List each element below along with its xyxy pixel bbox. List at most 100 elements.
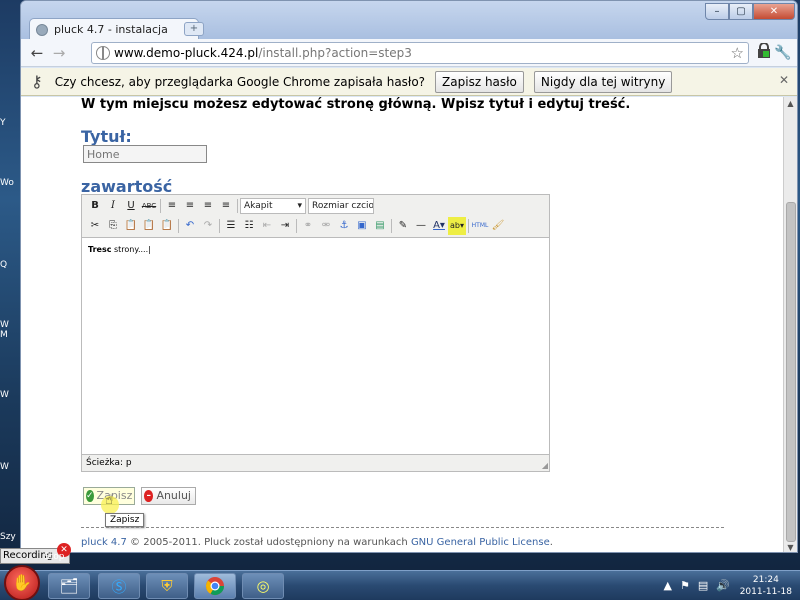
close-window-button[interactable]: ✕ — [753, 3, 795, 20]
link-icon[interactable]: ⚭ — [299, 217, 317, 235]
bookmark-star-icon[interactable]: ☆ — [731, 44, 744, 62]
never-for-site-button[interactable]: Nigdy dla tej witryny — [533, 70, 673, 93]
cut-icon[interactable]: ✂ — [86, 217, 104, 235]
toolbar-separator — [178, 219, 179, 233]
align-left-icon[interactable]: ≡ — [163, 197, 181, 215]
unlink-icon[interactable]: ⚮ — [317, 217, 335, 235]
edit-icon[interactable]: ✎ — [394, 217, 412, 235]
align-right-icon[interactable]: ≡ — [199, 197, 217, 215]
editor-body-text: strony.... — [111, 245, 149, 254]
font-size-select[interactable]: Rozmiar czcion — [308, 198, 374, 214]
anchor-icon[interactable]: ⚓ — [335, 217, 353, 235]
scrollbar-thumb[interactable] — [786, 202, 796, 542]
page-scrollbar[interactable]: ▲ ▼ — [783, 97, 797, 552]
title-heading: Tytuł: — [81, 127, 132, 146]
desktop-icon-label: Q — [0, 260, 8, 270]
justify-icon[interactable]: ≡ — [217, 197, 235, 215]
image-icon[interactable]: ▣ — [353, 217, 371, 235]
pluck-link[interactable]: pluck 4.7 — [81, 537, 127, 548]
text-color-icon[interactable]: A▾ — [430, 217, 448, 235]
editor-content-area[interactable]: Tresc strony....| — [82, 237, 549, 455]
italic-button[interactable]: I — [104, 197, 122, 215]
infobar-close-icon[interactable]: ✕ — [779, 73, 789, 87]
footer-divider — [81, 527, 724, 528]
toolbar-separator — [391, 219, 392, 233]
copy-icon[interactable]: ⎘ — [104, 217, 122, 235]
tray-expand-icon[interactable]: ▲ — [664, 579, 672, 592]
stop-label[interactable]: Stop — [44, 552, 64, 562]
cancel-icon: – — [144, 490, 154, 502]
scroll-up-icon[interactable]: ▲ — [784, 97, 797, 110]
format-select-value: Akapit — [244, 201, 273, 211]
toolbar-separator — [237, 199, 238, 213]
back-button[interactable]: ← — [27, 43, 47, 63]
maximize-button[interactable]: ▢ — [729, 3, 753, 20]
editor-toolbar-row-2: ✂ ⎘ 📋 📋 📋 ↶ ↷ ☰ ☷ ⇤ ⇥ ⚭ ⚮ ⚓ ▣ ▤ ✎ — A▾ a… — [82, 216, 549, 236]
address-bar[interactable]: www.demo-pluck.424.pl /install.php?actio… — [91, 42, 749, 64]
paste-text-icon[interactable]: 📋 — [140, 217, 158, 235]
clock-date: 2011-11-18 — [739, 587, 792, 597]
browser-tab[interactable]: pluck 4.7 - instalacja × — [29, 18, 199, 40]
toolbar-separator — [468, 219, 469, 233]
outdent-icon[interactable]: ⇤ — [258, 217, 276, 235]
bullet-list-icon[interactable]: ☰ — [222, 217, 240, 235]
gpl-link[interactable]: GNU General Public License — [411, 537, 550, 548]
start-button[interactable]: ✋ — [4, 565, 40, 600]
explorer-taskbar-icon[interactable]: 🗂 — [48, 573, 90, 599]
align-center-icon[interactable]: ≡ — [181, 197, 199, 215]
page-viewport: W tym miejscu możesz edytować stronę głó… — [21, 97, 785, 552]
infobar-message: Czy chcesz, aby przeglądarka Google Chro… — [54, 74, 426, 89]
desktop-icon-label: W — [0, 462, 9, 472]
scroll-down-icon[interactable]: ▼ — [784, 541, 797, 552]
title-input[interactable] — [83, 145, 207, 163]
redo-icon[interactable]: ↷ — [199, 217, 217, 235]
wrench-icon[interactable]: 🔧 — [773, 43, 793, 63]
cleanup-brush-icon[interactable]: 🖌 — [489, 217, 507, 235]
recorder-taskbar-icon[interactable]: ◎ — [242, 573, 284, 599]
clock[interactable]: 21:24 2011-11-18 — [740, 574, 792, 598]
resize-handle-icon[interactable]: ◢ — [542, 461, 548, 470]
font-size-select-value: Rozmiar czcion — [312, 201, 374, 211]
footer: pluck 4.7 © 2005-2011. Pluck został udos… — [81, 537, 553, 548]
window-controls: – ▢ ✕ — [705, 3, 795, 20]
taskbar: ✋ 🗂 Ⓢ ⛨ ◎ ▲ ⚑ ▤ 🔊 21:24 2011-11-18 — [0, 565, 800, 600]
globe-icon — [96, 46, 110, 60]
horizontal-rule-icon[interactable]: — — [412, 217, 430, 235]
security-taskbar-icon[interactable]: ⛨ — [146, 573, 188, 599]
chrome-taskbar-icon[interactable] — [194, 573, 236, 599]
extension-icon[interactable] — [754, 42, 774, 63]
check-icon: ✓ — [86, 490, 94, 502]
paste-word-icon[interactable]: 📋 — [158, 217, 176, 235]
save-password-button[interactable]: Zapisz hasło — [435, 70, 524, 93]
toolbar-separator — [219, 219, 220, 233]
underline-button[interactable]: U — [122, 197, 140, 215]
highlight-color-icon[interactable]: ab▾ — [448, 217, 466, 235]
html-source-icon[interactable]: HTML — [471, 217, 489, 235]
paste-icon[interactable]: 📋 — [122, 217, 140, 235]
undo-icon[interactable]: ↶ — [181, 217, 199, 235]
key-icon: ⚷ — [31, 72, 43, 91]
url-path: /install.php?action=step3 — [258, 46, 412, 60]
editor-path-status: Ścieżka: p — [86, 458, 132, 468]
system-tray: ▲ ⚑ ▤ 🔊 — [664, 579, 730, 592]
skype-taskbar-icon[interactable]: Ⓢ — [98, 573, 140, 599]
toolbar-separator — [296, 219, 297, 233]
new-tab-button[interactable]: + — [184, 22, 204, 36]
numbered-list-icon[interactable]: ☷ — [240, 217, 258, 235]
desktop-icon-label: Wo — [0, 178, 14, 188]
minimize-button[interactable]: – — [705, 3, 729, 20]
bold-button[interactable]: B — [86, 197, 104, 215]
title-bar: pluck 4.7 - instalacja × + – ▢ ✕ — [21, 1, 797, 40]
strikethrough-button[interactable]: ABC — [140, 197, 158, 215]
forward-button[interactable]: → — [49, 43, 69, 63]
volume-icon[interactable]: 🔊 — [716, 579, 730, 592]
cancel-button[interactable]: – Anuluj — [141, 487, 196, 505]
indent-icon[interactable]: ⇥ — [276, 217, 294, 235]
format-select[interactable]: Akapit ▾ — [240, 198, 306, 214]
media-icon[interactable]: ▤ — [371, 217, 389, 235]
network-icon[interactable]: ▤ — [698, 579, 708, 592]
browser-toolbar: ← → www.demo-pluck.424.pl /install.php?a… — [21, 39, 797, 67]
rich-text-editor: B I U ABC ≡ ≡ ≡ ≡ Akapit ▾ Rozmiar czcio… — [81, 194, 550, 472]
editor-toolbar-row-1: B I U ABC ≡ ≡ ≡ ≡ Akapit ▾ Rozmiar czcio… — [82, 196, 549, 216]
flag-icon[interactable]: ⚑ — [680, 579, 690, 592]
